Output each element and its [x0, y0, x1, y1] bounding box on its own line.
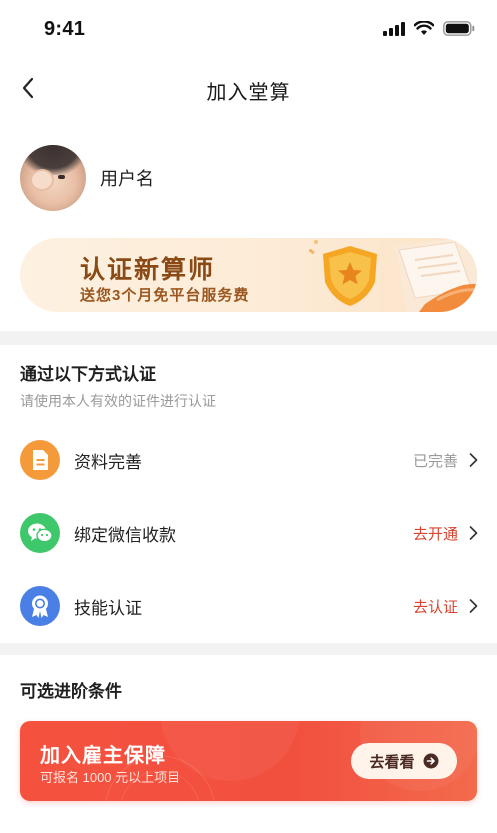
row-label: 技能认证 — [74, 598, 142, 618]
status-icons — [383, 21, 475, 36]
avatar[interactable] — [20, 145, 86, 211]
verify-row-wechat[interactable]: 绑定微信收款 去开通 — [20, 511, 480, 555]
status-link: 去认证 — [412, 598, 458, 616]
signal-icon — [383, 21, 405, 36]
divider — [0, 643, 497, 655]
chevron-right-icon — [466, 453, 480, 467]
verify-row-skill[interactable]: 技能认证 去认证 — [20, 584, 480, 628]
view-button-label: 去看看 — [369, 753, 415, 771]
verify-section-title: 通过以下方式认证 — [20, 365, 156, 384]
promo-banner[interactable]: 认证新算师 送您3个月免平台服务费 — [20, 238, 477, 312]
page-title: 加入堂算 — [206, 82, 291, 104]
row-label: 绑定微信收款 — [74, 525, 176, 545]
banner-subtitle: 送您3个月免平台服务费 — [80, 287, 250, 304]
username: 用户名 — [100, 169, 154, 189]
battery-icon — [443, 21, 475, 36]
status-bar: 9:41 — [0, 0, 497, 56]
wifi-icon — [414, 21, 434, 35]
guarantee-title: 加入雇主保障 — [40, 745, 166, 767]
chevron-right-icon — [466, 599, 480, 613]
shield-star-icon — [309, 238, 477, 312]
banner-title: 认证新算师 — [80, 256, 216, 284]
status-time: 9:41 — [44, 18, 86, 40]
nav-bar: 加入堂算 — [0, 60, 497, 116]
verify-section-subtitle: 请使用本人有效的证件进行认证 — [20, 393, 216, 409]
document-icon — [20, 440, 60, 480]
badge-icon — [20, 586, 60, 626]
verify-row-profile[interactable]: 资料完善 已完善 — [20, 438, 480, 482]
divider — [0, 331, 497, 345]
guarantee-subtitle: 可报名 1000 元以上项目 — [40, 770, 181, 785]
view-button[interactable]: 去看看 — [351, 743, 457, 779]
profile: 用户名 — [20, 145, 154, 211]
row-label: 资料完善 — [74, 452, 142, 472]
status-badge: 已完善 — [412, 452, 458, 470]
chevron-right-icon — [466, 526, 480, 540]
arrow-right-circle-icon — [423, 753, 438, 769]
wechat-icon — [20, 513, 60, 553]
advanced-section-title: 可选进阶条件 — [20, 682, 122, 701]
status-link: 去开通 — [412, 525, 458, 543]
employer-guarantee-card[interactable]: 加入雇主保障 可报名 1000 元以上项目 去看看 — [20, 721, 477, 801]
